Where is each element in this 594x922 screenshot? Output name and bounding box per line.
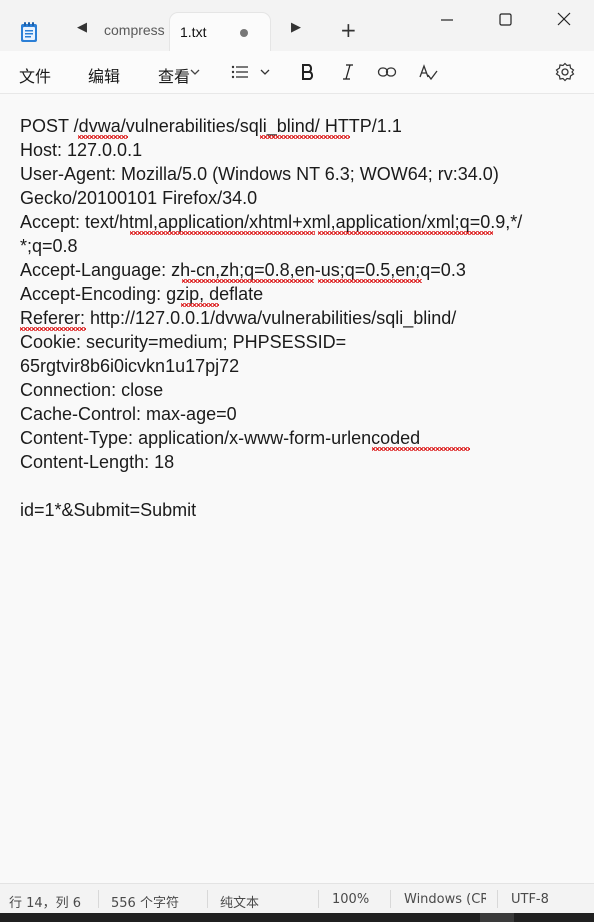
spelling-squiggle — [260, 135, 350, 139]
status-divider — [390, 890, 391, 908]
status-divider — [318, 890, 319, 908]
spelling-squiggle — [130, 231, 315, 235]
list-icon[interactable] — [230, 62, 250, 82]
tab-scroll-left-icon[interactable]: ◀ — [72, 20, 92, 35]
editor-line: Accept-Encoding: gzip, deflate — [20, 284, 264, 304]
spelling-squiggle — [182, 279, 314, 283]
title-bar: ◀ compress 1.txt ▶ + — [0, 0, 594, 51]
tab-1-txt-label: 1.txt — [180, 24, 207, 40]
editor-line: Cookie: security=medium; PHPSESSID= — [20, 332, 347, 352]
menu-bar: 文件 编辑 查看 — [0, 51, 594, 94]
spelling-squiggle — [318, 279, 422, 283]
editor-line: 65rgtvir8b6i0icvkn1u17pj72 — [20, 356, 240, 376]
spelling-squiggle — [20, 327, 86, 331]
new-tab-button[interactable]: + — [340, 20, 357, 40]
spelling-squiggle — [181, 303, 219, 307]
maximize-icon[interactable] — [490, 8, 520, 32]
editor-line: Content-Type: application/x-www-form-url… — [20, 428, 421, 448]
taskbar-item — [480, 913, 514, 922]
bold-icon[interactable] — [298, 62, 318, 82]
close-icon[interactable] — [549, 8, 579, 32]
minimize-icon[interactable] — [432, 8, 462, 32]
tab-1-txt[interactable]: 1.txt — [170, 13, 270, 51]
view-chevron-down-icon[interactable] — [188, 65, 202, 79]
menu-edit[interactable]: 编辑 — [88, 63, 120, 87]
editor-line: Cache-Control: max-age=0 — [20, 404, 237, 424]
tab-scroll-right-icon[interactable]: ▶ — [286, 20, 306, 35]
notepad-icon — [21, 22, 37, 42]
chevron-down-icon[interactable] — [258, 65, 272, 79]
line-ending[interactable]: Windows (CRLF) — [404, 892, 486, 907]
status-divider — [497, 890, 498, 908]
spellcheck-icon[interactable] — [418, 62, 438, 82]
zoom-level[interactable]: 100% — [332, 892, 369, 907]
spelling-squiggle — [78, 135, 128, 139]
link-icon[interactable] — [377, 62, 397, 82]
status-bar: 行 14，列 6 556 个字符 纯文本 100% Windows (CRLF)… — [0, 883, 594, 913]
text-editor[interactable]: POST /dvwa/vulnerabilities/sqli_blind/ H… — [0, 94, 594, 883]
settings-icon[interactable] — [555, 62, 575, 82]
editor-line: Connection: close — [20, 380, 164, 400]
menu-view[interactable]: 查看 — [158, 63, 190, 87]
menu-file[interactable]: 文件 — [19, 63, 51, 87]
character-count: 556 个字符 — [111, 896, 179, 911]
editor-line: *;q=0.8 — [20, 236, 78, 256]
text-format[interactable]: 纯文本 — [220, 892, 259, 911]
editor-line: User-Agent: Mozilla/5.0 (Windows NT 6.3;… — [20, 164, 499, 184]
tab-compress[interactable]: compress — [104, 22, 166, 44]
italic-icon[interactable] — [338, 62, 358, 82]
editor-line: id=1*&Submit=Submit — [20, 500, 197, 520]
editor-line: Host: 127.0.0.1 — [20, 140, 143, 160]
editor-line: Content-Length: 18 — [20, 452, 175, 472]
status-divider — [207, 890, 208, 908]
spelling-squiggle — [372, 447, 470, 451]
editor-line: Gecko/20100101 Firefox/34.0 — [20, 188, 258, 208]
encoding[interactable]: UTF-8 — [511, 892, 549, 907]
cursor-position[interactable]: 行 14，列 6 — [9, 892, 81, 911]
status-divider — [98, 890, 99, 908]
spelling-squiggle — [318, 231, 493, 235]
unsaved-dot-icon[interactable] — [240, 29, 248, 37]
tab-compress-label: compress — [104, 22, 165, 38]
